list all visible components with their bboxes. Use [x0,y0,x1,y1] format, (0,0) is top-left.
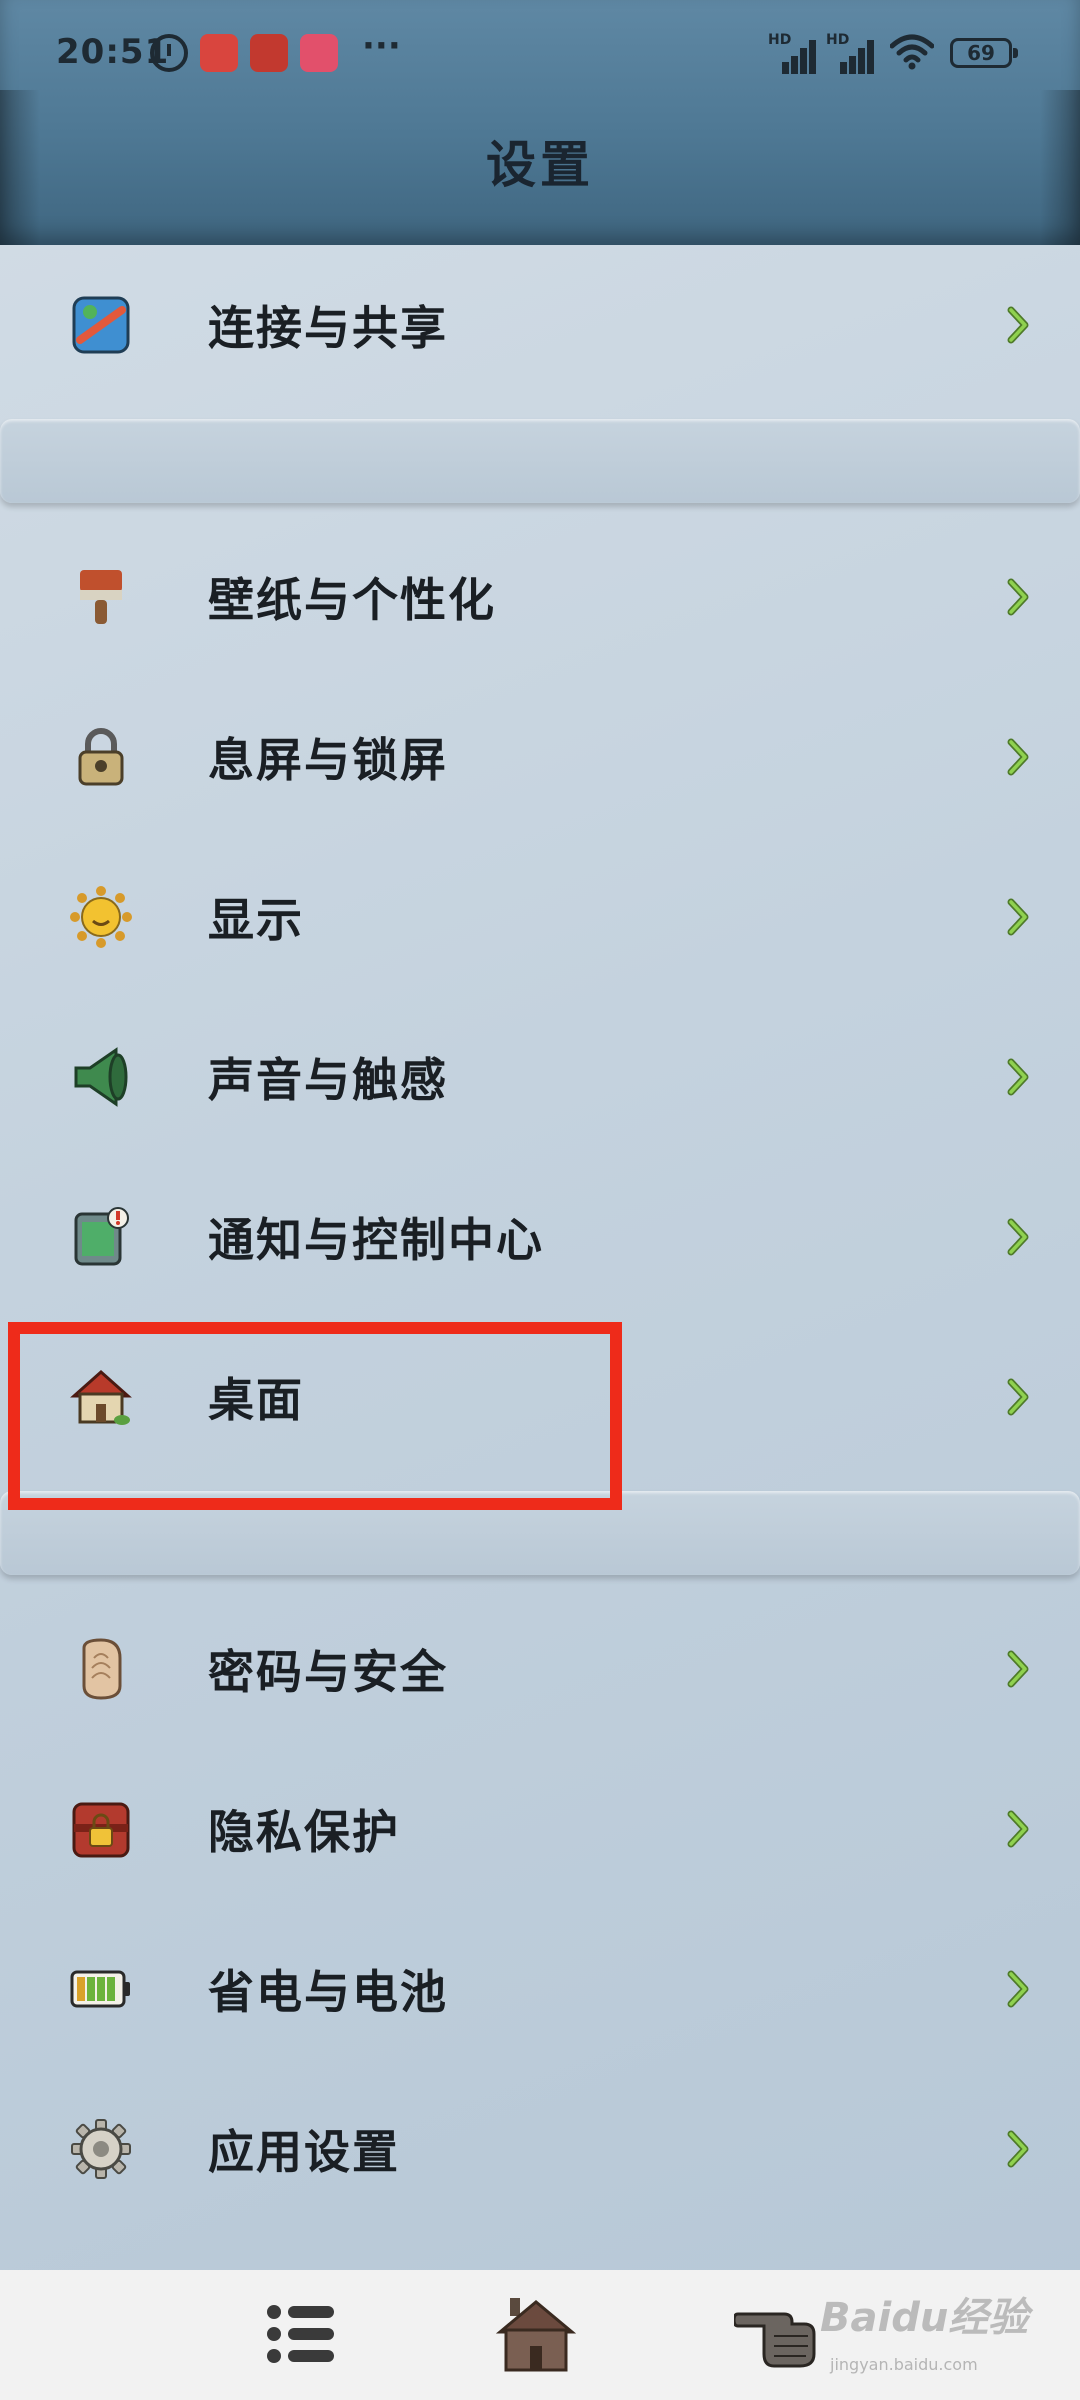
settings-item-label: 隐私保护 [208,1805,400,1859]
chevron-right-icon [1007,1378,1029,1416]
watermark-url: jingyan.baidu.com [830,2355,978,2374]
menu-icon[interactable] [262,2294,342,2374]
settings-item-label: 应用设置 [208,2125,400,2179]
chevron-right-icon [1007,306,1029,344]
settings-item-label: 连接与共享 [208,301,448,355]
chevron-right-icon [1007,2130,1029,2168]
settings-item-apps[interactable]: 应用设置 [0,2069,1080,2229]
house-icon[interactable] [496,2294,576,2374]
wifi-icon [890,34,934,70]
chevron-right-icon [1007,1058,1029,1096]
highlight-box [8,1322,622,1510]
section-divider [0,419,1080,503]
watermark: Baidu经验 [820,2295,1029,2341]
battery-indicator: 69 [950,38,1018,68]
chevron-right-icon [1007,1218,1029,1256]
settings-item-lockscreen[interactable]: 息屏与锁屏 [0,677,1080,837]
chevron-right-icon [1007,1810,1029,1848]
notification-icon [74,1207,129,1266]
page-title: 设置 [486,136,594,194]
sun-icon [70,886,132,948]
app-notification-icon [200,34,238,72]
chevron-right-icon [1007,578,1029,616]
more-notifications-icon: ··· [362,26,401,66]
chevron-right-icon [1007,1970,1029,2008]
settings-item-label: 壁纸与个性化 [208,573,496,627]
cellular-signal-icon: HD [768,32,816,74]
header: 20:51 ··· HD HD 69 设置 [0,0,1080,245]
chevron-right-icon [1007,1650,1029,1688]
settings-item-wallpaper[interactable]: 壁纸与个性化 [0,517,1080,677]
settings-item-sound[interactable]: 声音与触感 [0,997,1080,1157]
settings-item-display[interactable]: 显示 [0,837,1080,997]
fingerprint-icon [82,1638,122,1700]
app-notification-icon [300,34,338,72]
alarm-icon [150,34,188,72]
padlock-icon [78,728,124,786]
connection-icon [72,296,130,354]
settings-item-password-security[interactable]: 密码与安全 [0,1589,1080,1749]
settings-item-privacy[interactable]: 隐私保护 [0,1749,1080,1909]
pointing-hand-icon[interactable] [734,2294,834,2374]
settings-item-label: 声音与触感 [208,1053,448,1107]
settings-item-connection[interactable]: 连接与共享 [0,245,1080,405]
gear-icon [71,2119,131,2179]
settings-item-label: 省电与电池 [208,1965,448,2019]
chevron-right-icon [1007,738,1029,776]
app-notification-icon [250,34,288,72]
settings-list: 连接与共享 壁纸与个性化 息屏与锁屏 显示 声音与触感 通知与控制中心 桌面 密… [0,245,1080,2229]
settings-item-label: 密码与安全 [208,1645,448,1699]
battery-icon [70,1970,130,2008]
paintbrush-icon [80,570,122,624]
settings-item-battery[interactable]: 省电与电池 [0,1909,1080,2069]
settings-item-label: 通知与控制中心 [208,1213,544,1267]
settings-item-label: 息屏与锁屏 [208,733,448,787]
settings-item-label: 显示 [208,893,304,947]
privacy-lock-icon [72,1802,130,1858]
chevron-right-icon [1007,898,1029,936]
settings-item-notifications[interactable]: 通知与控制中心 [0,1157,1080,1317]
speaker-icon [74,1047,128,1107]
cellular-signal-icon: HD [826,32,874,74]
status-bar: 20:51 ··· HD HD 69 [0,0,1080,110]
